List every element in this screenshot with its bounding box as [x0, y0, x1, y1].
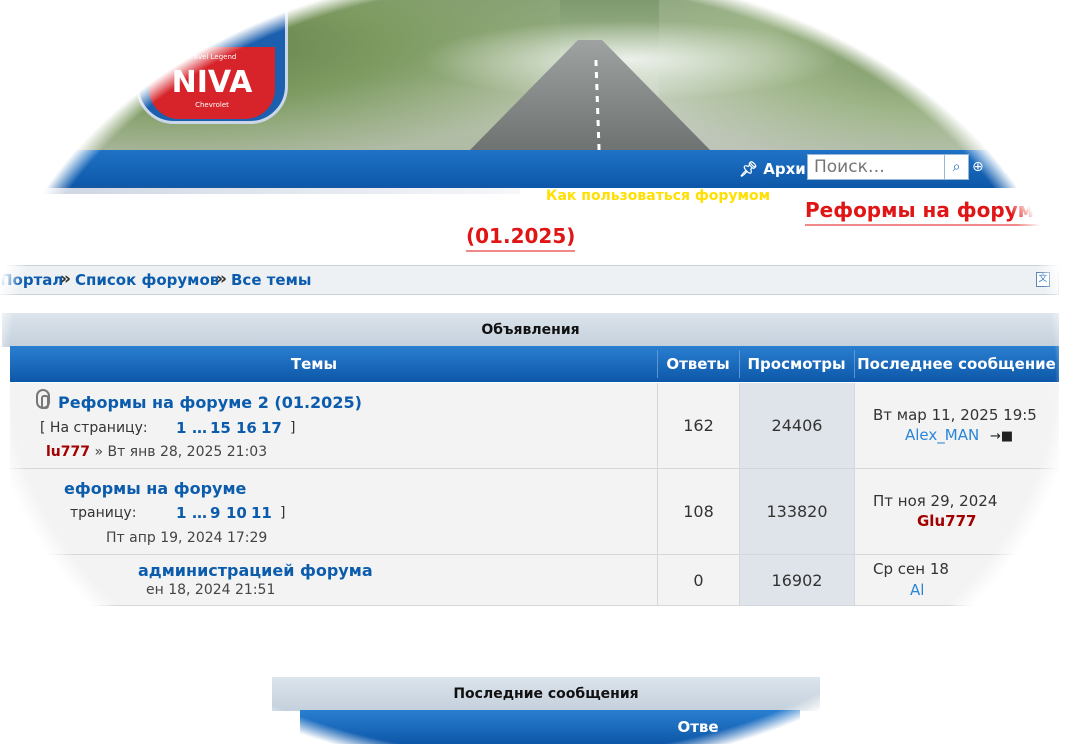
page-link[interactable]: 1 — [176, 504, 186, 522]
table-row: Реформы на форуме 2 (01.2025) [ На стран… — [10, 383, 1059, 469]
views-count: 133820 — [766, 502, 828, 521]
logo-emblem: Travel Legend NIVA Chevrolet — [149, 47, 275, 119]
topic-title-link[interactable]: Реформы на форуме 2 (01.2025) — [58, 393, 362, 412]
last-post-cell: Пт ноя 29, 2024 Glu777 — [854, 469, 1059, 554]
views-count: 24406 — [771, 416, 823, 435]
breadcrumb-portal[interactable]: Портал — [0, 271, 63, 289]
replies-count: 0 — [693, 571, 704, 590]
last-post-cell: Ср сен 18 Al — [854, 555, 1059, 605]
replies-cell: 0 — [657, 555, 739, 605]
topic-author[interactable]: lu777 — [46, 444, 90, 460]
archive-link[interactable]: 📌︎ Архив — [739, 160, 815, 178]
announcement-link-line2[interactable]: (01.2025) — [466, 224, 576, 252]
attachment-icon — [36, 389, 50, 409]
user-menu-label: ап — [1019, 160, 1039, 176]
last-post-date: Ср сен 18 — [873, 560, 949, 578]
column-views[interactable]: Просмотры — [739, 346, 854, 382]
zoom-icon: ⊕ — [972, 159, 984, 175]
breadcrumb-separator: » — [216, 269, 227, 289]
views-count: 16902 — [771, 571, 823, 590]
replies-count: 108 — [683, 502, 714, 521]
user-menu[interactable]: ◔ ап — [1002, 160, 1038, 176]
page-link[interactable]: 10 — [226, 504, 247, 522]
page-ellipsis: … — [192, 419, 207, 437]
views-cell: 16902 — [739, 555, 854, 605]
topic-date: » Вт янв 28, 2025 21:03 — [94, 444, 268, 460]
topic-title-link[interactable]: администрацией форума — [138, 561, 373, 580]
last-post-date: Вт мар 11, 2025 19:5 — [873, 406, 1037, 424]
last-post-author[interactable]: Glu777 — [917, 512, 976, 530]
goto-last-post-icon[interactable]: →■ — [990, 429, 1013, 444]
page-link[interactable]: 11 — [251, 504, 272, 522]
breadcrumb: Портал » Список форумов » Все темы 文 — [0, 265, 1059, 295]
section-header-announcements: Объявления — [2, 313, 1059, 347]
how-to-link[interactable]: Как пользоваться форумом — [546, 188, 770, 204]
table-row: администрацией форума ен 18, 2024 21:51 … — [10, 555, 1059, 606]
header-banner: клуб владельцев Travel Legend NIVA Chevr… — [0, 0, 1079, 150]
last-post-author[interactable]: Alex_MAN — [905, 426, 979, 444]
dashboard-icon: ◔ — [1002, 160, 1015, 176]
pagination-close: ] — [290, 420, 296, 436]
topic-date: Пт апр 19, 2024 17:29 — [106, 530, 268, 546]
replies-cell: 162 — [657, 383, 739, 468]
last-post-author[interactable]: Al — [910, 581, 924, 599]
column-replies[interactable]: Ответы — [657, 346, 739, 382]
page-link[interactable]: 17 — [261, 419, 282, 437]
pagination-label: [ На страницу: — [40, 420, 148, 436]
logo-brand-text: Chevrolet — [195, 101, 229, 109]
last-post-cell: Вт мар 11, 2025 19:5 Alex_MAN →■ — [854, 383, 1059, 468]
replies-cell: 108 — [657, 469, 739, 554]
pagination-label: траницу: — [70, 505, 137, 521]
top-navbar: 📌︎ Архив ⌕ ⊕ ◔ ап — [6, 150, 1049, 188]
column-topics[interactable]: Темы — [10, 346, 618, 382]
page-link[interactable]: 16 — [236, 419, 257, 437]
table-row: еформы на форуме траницу: 1 … 9 10 11 ] … — [10, 469, 1059, 555]
search-icon: ⌕ — [952, 159, 961, 175]
replies-count: 162 — [683, 416, 714, 435]
pin-icon: 📌︎ — [739, 160, 759, 178]
logo-subtitle: клуб владельцев — [180, 9, 244, 17]
translate-icon[interactable]: 文 — [1036, 272, 1050, 287]
column-last-post[interactable]: Последнее сообщение — [854, 346, 1059, 382]
search-button[interactable]: ⌕ — [945, 154, 969, 180]
page-link[interactable]: 15 — [210, 419, 231, 437]
page-link[interactable]: 1 — [176, 419, 186, 437]
topic-date: ен 18, 2024 21:51 — [146, 582, 276, 598]
topic-title-link[interactable]: еформы на форуме — [64, 479, 246, 498]
forum-page: клуб владельцев Travel Legend NIVA Chevr… — [0, 0, 1079, 744]
breadcrumb-separator: » — [60, 269, 71, 289]
announcement-link-line1[interactable]: Реформы на форуме 2 — [805, 198, 1069, 226]
views-cell: 133820 — [739, 469, 854, 554]
recent-table-header: Отве — [300, 710, 800, 744]
page-ellipsis: … — [192, 504, 207, 522]
topics-table-header: Темы Ответы Просмотры Последнее сообщени… — [10, 346, 1059, 382]
breadcrumb-forum-list[interactable]: Список форумов — [75, 271, 219, 289]
views-cell: 24406 — [739, 383, 854, 468]
pagination-close: ] — [280, 505, 286, 521]
site-logo[interactable]: клуб владельцев Travel Legend NIVA Chevr… — [136, 0, 288, 124]
breadcrumb-all-topics[interactable]: Все темы — [231, 271, 311, 289]
section-header-recent: Последние сообщения — [272, 677, 820, 711]
page-link[interactable]: 9 — [210, 504, 220, 522]
subnav-strip — [40, 186, 520, 194]
column-replies[interactable]: Отве — [658, 710, 738, 744]
logo-brand-row: Travel Legend — [187, 53, 237, 61]
logo-main-text: NIVA — [171, 65, 253, 100]
search-input[interactable] — [807, 154, 945, 180]
last-post-date: Пт ноя 29, 2024 — [873, 492, 998, 510]
advanced-search-button[interactable]: ⊕ — [972, 159, 984, 175]
